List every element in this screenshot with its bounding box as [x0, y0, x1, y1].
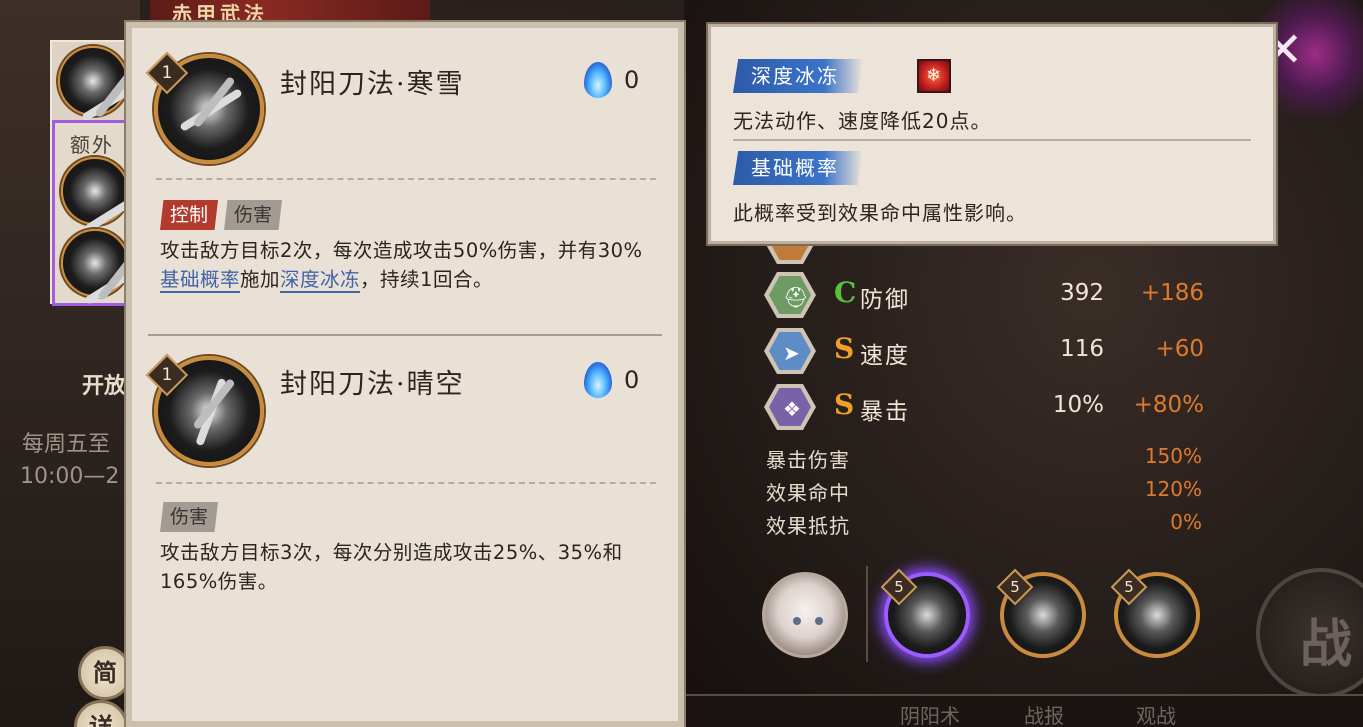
- keyword-base-chance[interactable]: 基础概率: [160, 268, 241, 293]
- skill-description: 攻击敌方目标3次，每次分别造成攻击25%、35%和165%伤害。: [160, 541, 623, 593]
- stat-row-crit: ❖ S 暴击 10% +80%: [764, 384, 1204, 430]
- helmet-icon: ⛑: [764, 272, 816, 318]
- tooltip-title-deep-freeze: 深度冰冻: [733, 59, 863, 93]
- skill-cost: 0: [624, 66, 640, 94]
- skill-icon-main[interactable]: [58, 46, 145, 122]
- tooltip-text-deep-freeze: 无法动作、速度降低20点。: [733, 109, 992, 133]
- stat-value: 116: [1060, 336, 1104, 362]
- stat-bonus: +186: [1140, 280, 1204, 306]
- sub-stat-value: 120%: [1144, 477, 1202, 501]
- tag-damage: 伤害: [224, 200, 283, 230]
- stat-row-defense: ⛑ C 防御 392 +186: [764, 272, 1204, 318]
- stat-name: 速度: [860, 343, 910, 369]
- sub-stat-name: 效果命中: [766, 481, 850, 505]
- skill-detail-panel: 1 封阳刀法·寒雪 0 控制 伤害 攻击敌方目标2次，每次造成攻击50%伤害，并…: [124, 20, 686, 727]
- extra-skill-icon-2[interactable]: [61, 229, 148, 305]
- skill-entry: 1 封阳刀法·寒雪 0 控制 伤害 攻击敌方目标2次，每次造成攻击50%伤害，并…: [132, 28, 678, 336]
- extra-label: 额外: [70, 133, 114, 157]
- stat-row-speed: ➤ S 速度 116 +60: [764, 328, 1204, 374]
- tab-onmyoji-skill[interactable]: 阴阳术: [900, 700, 960, 727]
- keyword-tooltip: 深度冰冻 ❄ 无法动作、速度降低20点。 基础概率 此概率受到效果命中属性影响。: [706, 22, 1278, 246]
- skill-icon-column: 额外: [50, 40, 148, 306]
- sub-stat-value: 150%: [1144, 444, 1202, 468]
- onibi-icon: [584, 62, 612, 98]
- grade-badge: S: [834, 388, 855, 421]
- grade-badge: C: [834, 276, 857, 309]
- sub-stat-crit-damage: 暴击伤害 150%: [766, 444, 1202, 472]
- stat-name: 防御: [860, 287, 910, 313]
- bottom-tab-bar: 阴阳术 战报 观战: [684, 694, 1363, 727]
- skill-tags: 控制 伤害: [160, 200, 283, 230]
- scroll-icon: ❖: [764, 384, 816, 430]
- event-time: 10:00—2: [20, 464, 120, 489]
- stat-value: 392: [1060, 280, 1104, 306]
- divider: [156, 178, 656, 180]
- tag-control: 控制: [160, 200, 219, 230]
- sub-stat-effect-resist: 效果抵抗 0%: [766, 510, 1202, 538]
- sub-stat-effect-hit: 效果命中 120%: [766, 477, 1202, 505]
- tooltip-text-base-chance: 此概率受到效果命中属性影响。: [733, 201, 1027, 225]
- tag-damage: 伤害: [160, 502, 219, 532]
- divider: [156, 482, 656, 484]
- skill-name: 封阳刀法·晴空: [280, 369, 465, 400]
- event-weekday: 每周五至: [22, 432, 111, 457]
- divider: [866, 566, 868, 662]
- sub-stat-name: 效果抵抗: [766, 514, 850, 538]
- stat-value: 10%: [1052, 392, 1104, 418]
- sub-stat-name: 暴击伤害: [766, 448, 850, 472]
- stat-bonus: +60: [1155, 336, 1204, 362]
- onibi-icon: [584, 362, 612, 398]
- freeze-debuff-icon: ❄: [917, 59, 951, 93]
- stat-bonus: +80%: [1133, 392, 1204, 418]
- tooltip-title-base-chance: 基础概率: [733, 151, 863, 185]
- event-title: 开放: [82, 374, 127, 399]
- simple-view-button[interactable]: 简: [78, 646, 132, 700]
- keyword-deep-freeze[interactable]: 深度冰冻: [280, 268, 361, 293]
- divider: [733, 139, 1251, 141]
- tab-spectate[interactable]: 观战: [1136, 700, 1176, 727]
- skill-name: 封阳刀法·寒雪: [280, 69, 465, 100]
- stat-name: 暴击: [860, 399, 910, 425]
- extra-skill-icon-1[interactable]: [61, 157, 148, 233]
- tab-battle-report[interactable]: 战报: [1024, 700, 1064, 727]
- skill-description: 攻击敌方目标2次，每次造成攻击50%伤害，并有30%基础概率施加深度冰冻，持续1…: [160, 239, 643, 293]
- skill-tags: 伤害: [160, 502, 219, 532]
- skill-entry: 1 封阳刀法·晴空 0 伤害 攻击敌方目标3次，每次分别造成攻击25%、35%和…: [132, 336, 678, 716]
- shikigami-avatar[interactable]: [762, 572, 848, 658]
- battle-button-label: 战: [1300, 615, 1353, 675]
- arrow-icon: ➤: [764, 328, 816, 374]
- grade-badge: S: [834, 332, 855, 365]
- skill-cost: 0: [624, 366, 640, 394]
- sub-stat-value: 0%: [1170, 510, 1202, 534]
